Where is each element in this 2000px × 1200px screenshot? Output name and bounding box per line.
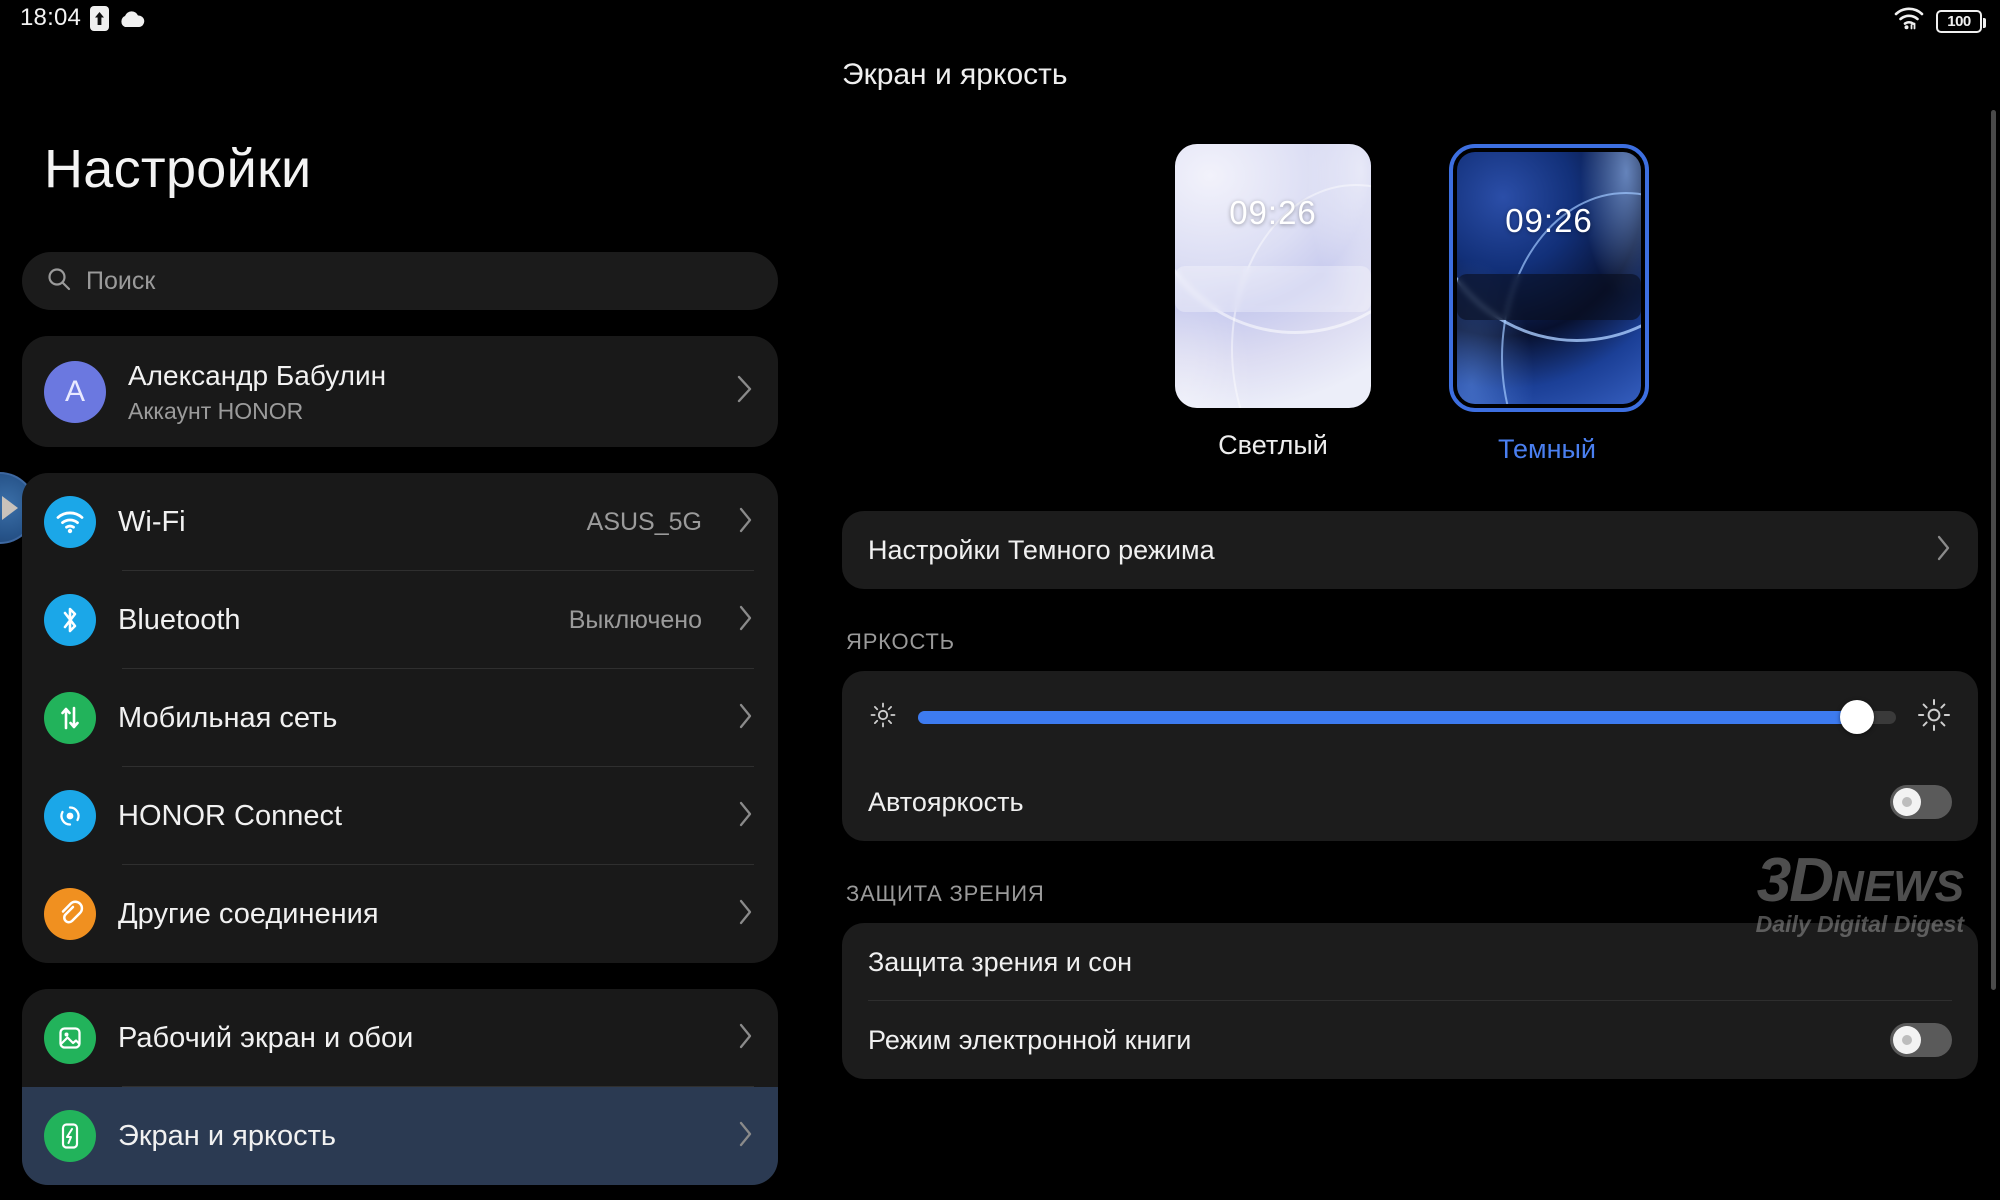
account-subtitle: Аккаунт HONOR <box>128 398 304 424</box>
display-icon <box>44 1110 96 1162</box>
settings-sidebar: Настройки Поиск A Александр Бабулин Акка… <box>0 40 800 1200</box>
ebook-mode-toggle[interactable] <box>1890 1023 1952 1057</box>
theme-label: Светлый <box>1218 430 1328 460</box>
status-bar: 18:04 100 <box>0 0 2000 40</box>
sidebar-item-honor-connect[interactable]: HONOR Connect <box>22 767 778 865</box>
bluetooth-icon <box>44 594 96 646</box>
eye-comfort-sleep-label: Защита зрения и сон <box>868 946 1133 977</box>
upload-arrow-icon <box>90 5 110 31</box>
brightness-section-header: ЯРКОСТЬ <box>846 629 955 654</box>
sidebar-item-label: Другие соединения <box>118 897 379 930</box>
sidebar-item-value: Выключено <box>568 605 702 634</box>
sidebar-item-wifi[interactable]: Wi-Fi ASUS_5G <box>22 473 778 571</box>
account-row[interactable]: A Александр Бабулин Аккаунт HONOR <box>22 336 778 447</box>
chevron-right-icon <box>738 1022 754 1055</box>
ebook-mode-label: Режим электронной книги <box>868 1024 1192 1055</box>
page-title: Настройки <box>44 139 312 199</box>
preview-clock: 09:26 <box>1229 194 1317 231</box>
cloud-icon <box>118 9 145 28</box>
ebook-mode-row[interactable]: Режим электронной книги <box>842 1001 1978 1079</box>
sidebar-item-label: Мобильная сеть <box>118 701 338 734</box>
settings-screen: 18:04 100 Настройки Поиск A Александр Ба… <box>0 0 2000 1200</box>
content-scrollbar[interactable] <box>1991 110 1996 990</box>
theme-option-light[interactable]: 09:26 Светлый <box>1175 144 1371 465</box>
wallpaper-icon <box>44 1012 96 1064</box>
sidebar-item-label: HONOR Connect <box>118 799 343 832</box>
theme-option-dark[interactable]: 09:26 Темный <box>1449 144 1649 465</box>
sidebar-item-label: Bluetooth <box>118 603 241 636</box>
status-bar-left: 18:04 <box>20 4 145 32</box>
sidebar-item-other-connections[interactable]: Другие соединения <box>22 865 778 963</box>
chevron-right-icon <box>736 374 754 409</box>
search-icon <box>46 266 72 297</box>
chevron-right-icon <box>738 898 754 931</box>
auto-brightness-toggle[interactable] <box>1890 785 1952 819</box>
avatar: A <box>44 360 106 423</box>
status-time: 18:04 <box>20 4 82 31</box>
sidebar-group-connectivity: Wi-Fi ASUS_5G Bluetooth Выключено Мобиль… <box>22 473 778 963</box>
preview-widget <box>1175 266 1371 312</box>
sidebar-item-display-brightness[interactable]: Экран и яркость <box>22 1087 778 1185</box>
dark-mode-settings-row[interactable]: Настройки Темного режима <box>842 511 1978 589</box>
sidebar-item-value: ASUS_5G <box>586 507 702 536</box>
wifi-icon <box>1894 7 1924 35</box>
brightness-slider[interactable] <box>918 700 1896 734</box>
theme-preview-light[interactable]: 09:26 <box>1175 144 1371 408</box>
search-placeholder: Поиск <box>86 266 156 295</box>
content-pane: Экран и яркость 09:26 Светлый 09:26 Темн… <box>820 40 2000 1200</box>
preview-clock: 09:26 <box>1505 202 1593 239</box>
account-name: Александр Бабулин <box>128 360 387 391</box>
link-icon <box>44 888 96 940</box>
dark-mode-settings-panel: Настройки Темного режима <box>842 511 1978 589</box>
chevron-right-icon <box>738 1120 754 1153</box>
sidebar-item-home-screen-wallpaper[interactable]: Рабочий экран и обои <box>22 989 778 1087</box>
content-title: Экран и яркость <box>842 58 1068 91</box>
search-input[interactable]: Поиск <box>22 252 778 310</box>
battery-level: 100 <box>1947 12 1971 30</box>
chevron-right-icon <box>738 506 754 539</box>
status-bar-right: 100 <box>1894 7 1986 35</box>
chevron-right-icon <box>1936 534 1952 567</box>
auto-brightness-row[interactable]: Автояркость <box>842 763 1978 841</box>
brightness-slider-fill <box>918 710 1857 724</box>
eye-comfort-panel: Защита зрения и сон Режим электронной кн… <box>842 923 1978 1079</box>
wifi-icon <box>44 496 96 548</box>
chevron-right-icon <box>738 604 754 637</box>
sidebar-item-label: Рабочий экран и обои <box>118 1021 414 1054</box>
brightness-high-icon <box>1916 697 1952 738</box>
chevron-right-icon <box>738 702 754 735</box>
brightness-panel: Автояркость <box>842 671 1978 841</box>
sidebar-item-mobile-network[interactable]: Мобильная сеть <box>22 669 778 767</box>
theme-label: Темный <box>1498 434 1596 464</box>
dark-mode-settings-label: Настройки Темного режима <box>868 534 1215 565</box>
brightness-low-icon <box>868 700 898 735</box>
theme-preview-dark[interactable]: 09:26 <box>1449 144 1649 412</box>
theme-selector: 09:26 Светлый 09:26 Темный <box>820 144 2000 465</box>
sidebar-item-label: Экран и яркость <box>118 1119 336 1152</box>
sidebar-item-bluetooth[interactable]: Bluetooth Выключено <box>22 571 778 669</box>
honor-connect-icon <box>44 790 96 842</box>
eye-comfort-section-header: ЗАЩИТА ЗРЕНИЯ <box>846 881 1045 906</box>
brightness-slider-row[interactable] <box>842 671 1978 763</box>
sidebar-group-display: Рабочий экран и обои Экран и яркость <box>22 989 778 1185</box>
battery-icon: 100 <box>1936 9 1986 33</box>
mobile-data-icon <box>44 692 96 744</box>
sidebar-item-label: Wi-Fi <box>118 505 186 538</box>
auto-brightness-label: Автояркость <box>868 786 1024 817</box>
chevron-right-icon <box>738 800 754 833</box>
brightness-slider-knob[interactable] <box>1839 700 1874 734</box>
eye-comfort-sleep-row[interactable]: Защита зрения и сон <box>842 923 1978 1001</box>
preview-widget <box>1457 274 1641 320</box>
account-card[interactable]: A Александр Бабулин Аккаунт HONOR <box>22 336 778 447</box>
